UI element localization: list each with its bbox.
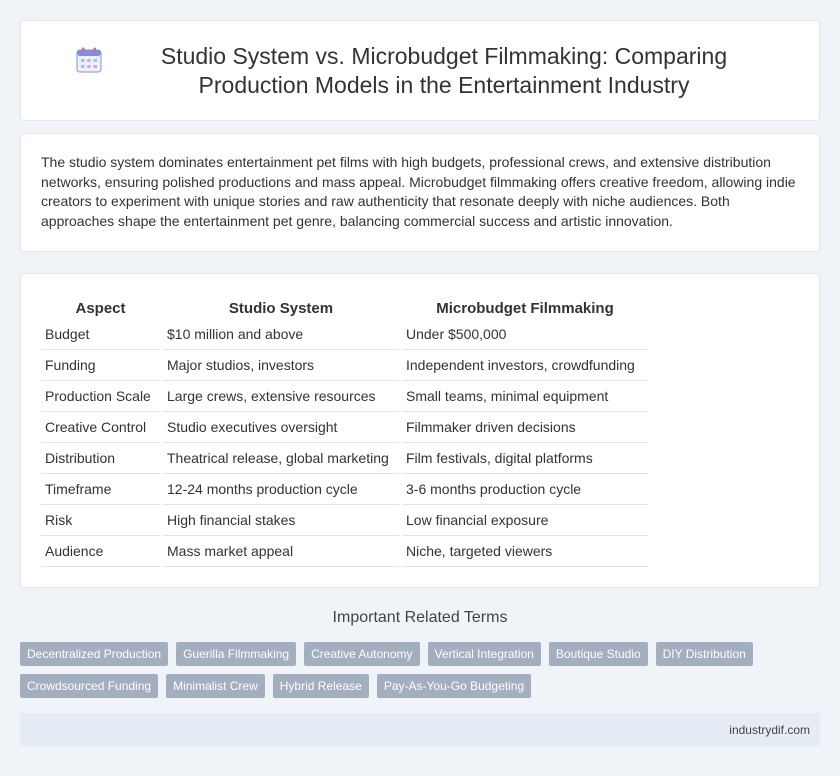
tag-pay-as-you-go-budgeting[interactable]: Pay-As-You-Go Budgeting (376, 674, 532, 698)
calendar-icon (76, 47, 102, 73)
cell-studio: Theatrical release, global marketing (163, 443, 399, 474)
tag-creative-autonomy[interactable]: Creative Autonomy (304, 642, 420, 666)
tag-boutique-studio[interactable]: Boutique Studio (548, 642, 648, 666)
cell-micro: 3-6 months production cycle (402, 474, 648, 505)
tag-vertical-integration[interactable]: Vertical Integration (427, 642, 541, 666)
header-aspect: Aspect (75, 299, 126, 317)
cell-aspect: Budget (41, 319, 160, 350)
table-header-row: Aspect Studio System Microbudget Filmmak… (41, 297, 648, 319)
cell-micro: Filmmaker driven decisions (402, 412, 648, 443)
header-studio-system: Studio System (228, 299, 334, 317)
intro-card: The studio system dominates entertainmen… (20, 133, 820, 252)
cell-micro: Independent investors, crowdfunding (402, 350, 648, 381)
header-microbudget: Microbudget Filmmaking (436, 299, 614, 317)
cell-aspect: Production Scale (41, 381, 160, 412)
table-row: Audience Mass market appeal Niche, targe… (41, 536, 648, 567)
table-row: Budget $10 million and above Under $500,… (41, 319, 648, 350)
cell-aspect: Distribution (41, 443, 160, 474)
cell-studio: Major studios, investors (163, 350, 399, 381)
cell-studio: $10 million and above (163, 319, 399, 350)
cell-micro: Niche, targeted viewers (402, 536, 648, 567)
tag-hybrid-release[interactable]: Hybrid Release (272, 674, 369, 698)
footer: industrydif.com (20, 713, 820, 746)
table-row: Creative Control Studio executives overs… (41, 412, 648, 443)
tag-decentralized-production[interactable]: Decentralized Production (20, 642, 169, 666)
cell-aspect: Risk (41, 505, 160, 536)
cell-studio: High financial stakes (163, 505, 399, 536)
tag-minimalist-crew[interactable]: Minimalist Crew (166, 674, 265, 698)
tag-diy-distribution[interactable]: DIY Distribution (655, 642, 753, 666)
tag-crowdsourced-funding[interactable]: Crowdsourced Funding (20, 674, 159, 698)
cell-studio: Large crews, extensive resources (163, 381, 399, 412)
table-row: Funding Major studios, investors Indepen… (41, 350, 648, 381)
cell-studio: Mass market appeal (163, 536, 399, 567)
header-card: Studio System vs. Microbudget Filmmaking… (20, 20, 820, 121)
page-title: Studio System vs. Microbudget Filmmaking… (160, 42, 728, 98)
footer-site[interactable]: industrydif.com (729, 723, 810, 737)
cell-studio: 12-24 months production cycle (163, 474, 399, 505)
cell-micro: Low financial exposure (402, 505, 648, 536)
title-wrap: Studio System vs. Microbudget Filmmaking… (70, 42, 770, 100)
intro-paragraph: The studio system dominates entertainmen… (41, 154, 796, 229)
table-row: Timeframe 12-24 months production cycle … (41, 474, 648, 505)
related-terms-tags: Decentralized Production Guerilla Filmma… (20, 642, 820, 698)
cell-micro: Under $500,000 (402, 319, 648, 350)
tag-guerilla-filmmaking[interactable]: Guerilla Filmmaking (176, 642, 297, 666)
page: Studio System vs. Microbudget Filmmaking… (0, 0, 840, 776)
comparison-table: Aspect Studio System Microbudget Filmmak… (38, 297, 651, 567)
comparison-card: Aspect Studio System Microbudget Filmmak… (20, 273, 820, 588)
table-row: Distribution Theatrical release, global … (41, 443, 648, 474)
related-terms-title: Important Related Terms (332, 609, 508, 626)
cell-aspect: Timeframe (41, 474, 160, 505)
cell-aspect: Creative Control (41, 412, 160, 443)
table-row: Production Scale Large crews, extensive … (41, 381, 648, 412)
cell-micro: Film festivals, digital platforms (402, 443, 648, 474)
cell-aspect: Audience (41, 536, 160, 567)
cell-aspect: Funding (41, 350, 160, 381)
cell-micro: Small teams, minimal equipment (402, 381, 648, 412)
cell-studio: Studio executives oversight (163, 412, 399, 443)
table-row: Risk High financial stakes Low financial… (41, 505, 648, 536)
